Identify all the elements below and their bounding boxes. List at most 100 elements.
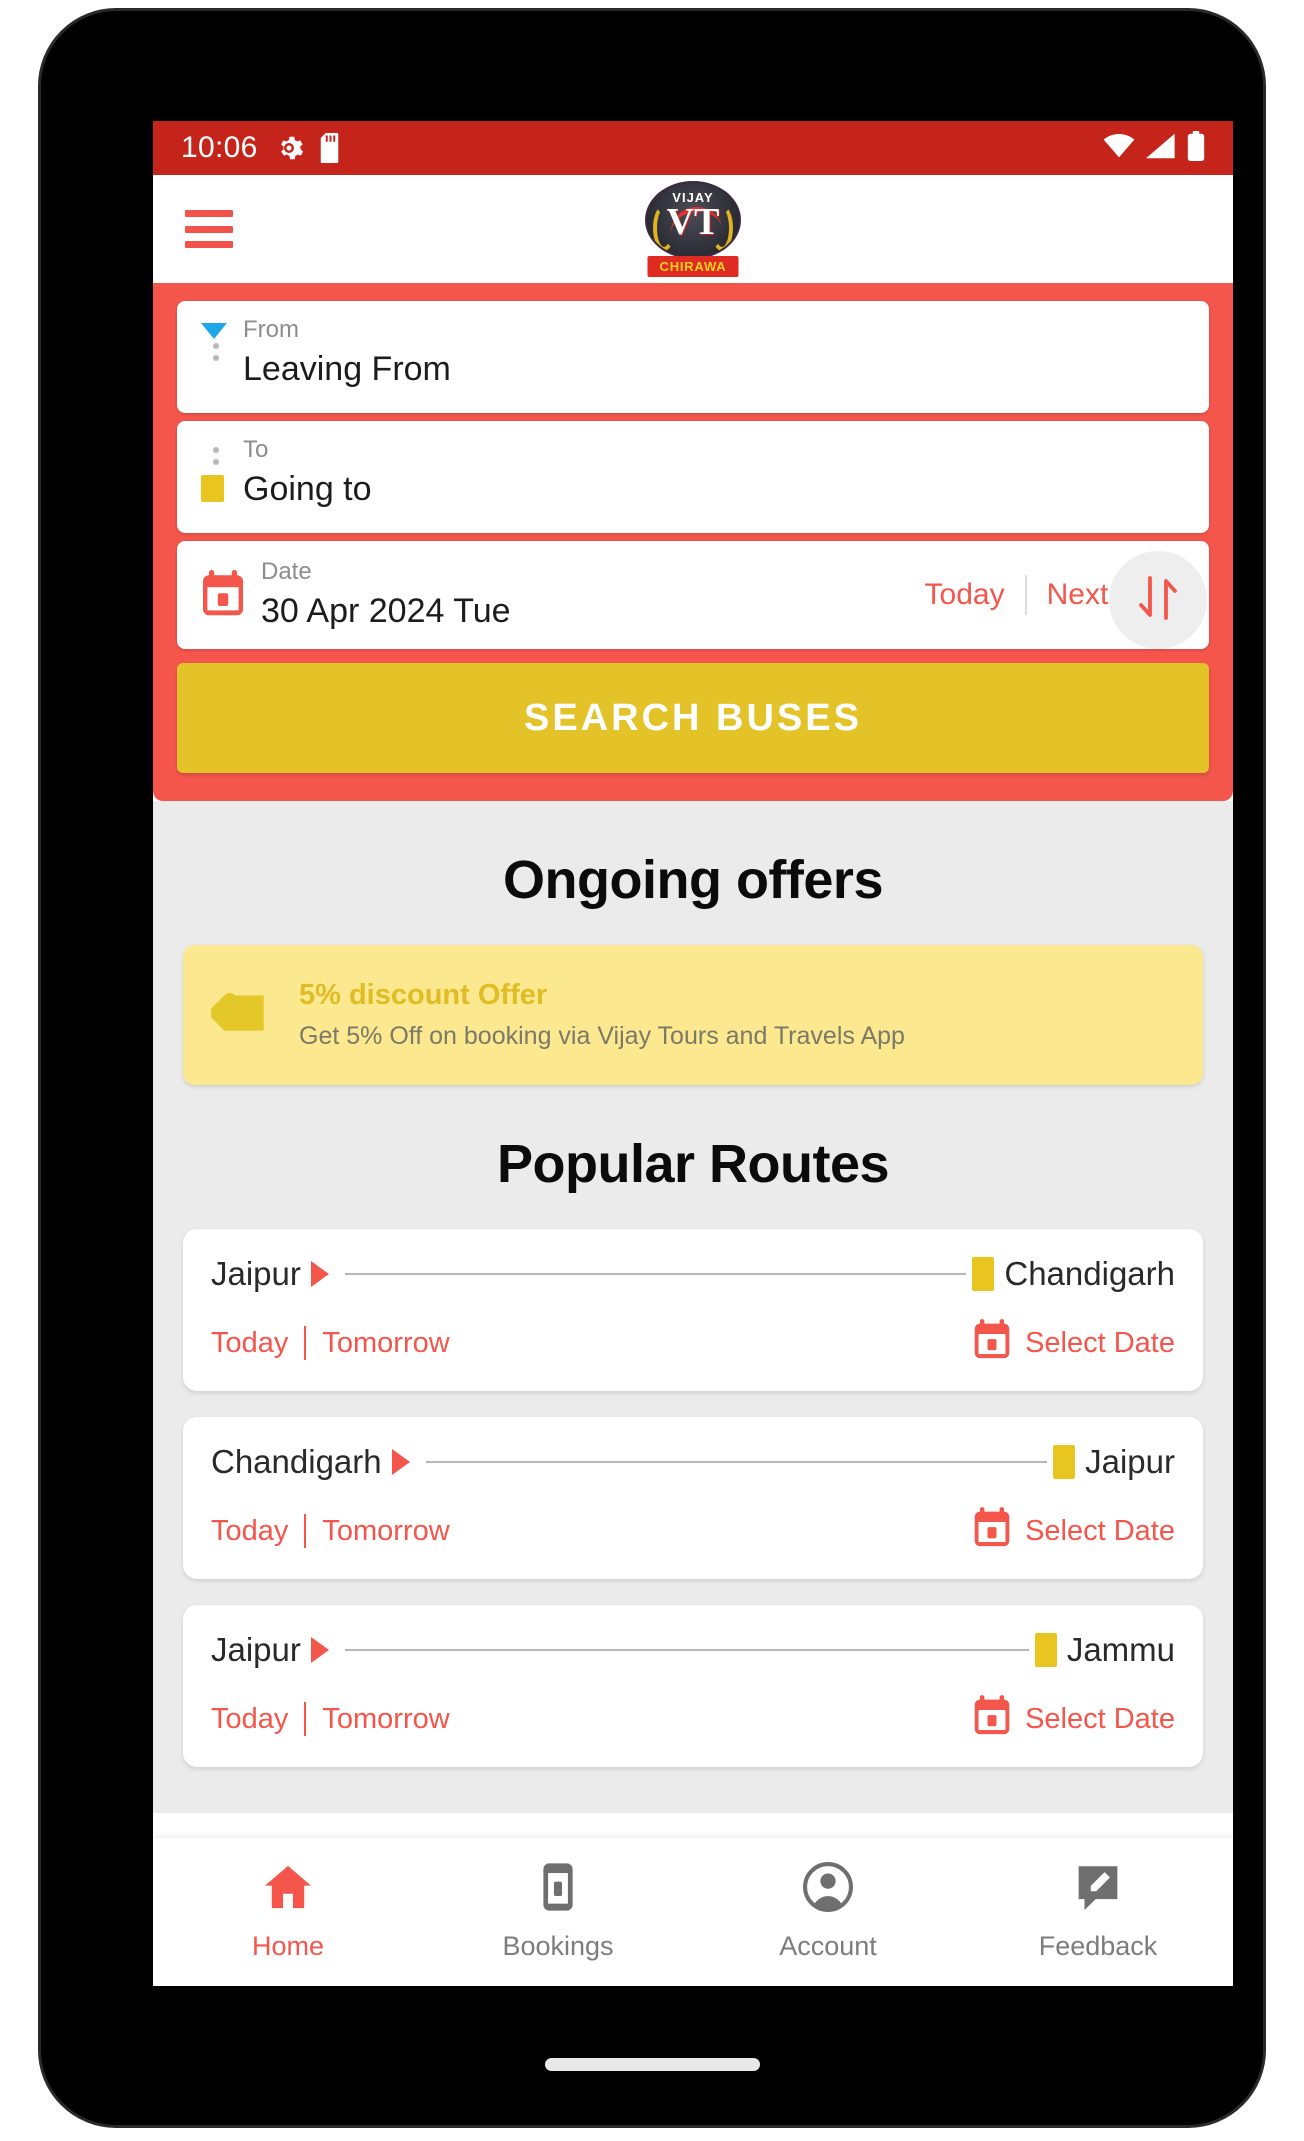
swap-cities-button[interactable] (1109, 551, 1207, 649)
route-tomorrow-button[interactable]: Tomorrow (322, 1515, 449, 1548)
route-card[interactable]: Jaipur Chandigarh Today Tomorrow Select … (183, 1229, 1203, 1391)
swap-vertical-icon (1132, 572, 1184, 629)
route-quick-links: Today Tomorrow (211, 1702, 450, 1736)
hamburger-bar (185, 241, 233, 248)
route-quick-links: Today Tomorrow (211, 1326, 450, 1360)
search-panel: From Leaving From To Going to Date 30 Ap… (153, 283, 1233, 801)
nav-label-bookings: Bookings (502, 1931, 614, 1961)
route-endpoints: Jaipur Chandigarh (211, 1255, 1175, 1293)
hamburger-menu-icon[interactable] (185, 210, 233, 248)
from-field-label: From (243, 316, 299, 343)
arrow-right-icon (310, 1261, 329, 1287)
offer-title: 5% discount Offer (299, 979, 548, 1011)
nav-label-home: Home (251, 1931, 325, 1961)
nav-item-feedback[interactable]: Feedback (963, 1860, 1233, 1962)
sd-card-icon (320, 133, 344, 163)
route-origin: Jaipur (211, 1255, 301, 1292)
quick-link-divider (304, 1326, 307, 1360)
gear-icon (274, 133, 304, 163)
to-field-label: To (243, 436, 269, 463)
phone-screen: 10:06 VIJAY VT CHIRAWA From Leaving From… (153, 121, 1233, 1986)
route-destination: Chandigarh (1004, 1255, 1175, 1292)
logo-emblem: VIJAY VT (645, 181, 741, 259)
route-dots (213, 343, 219, 361)
nav-label-feedback: Feedback (1038, 1931, 1158, 1961)
tag-icon (206, 981, 275, 1050)
route-destination: Jaipur (1085, 1443, 1175, 1480)
destination-square-icon (972, 1257, 995, 1291)
route-select-date-button[interactable]: Select Date (973, 1695, 1175, 1743)
from-field-icons (201, 323, 231, 361)
select-date-label: Select Date (1025, 1702, 1175, 1735)
destination-square-icon (1034, 1633, 1057, 1667)
offer-subtitle: Get 5% Off on booking via Vijay Tours an… (299, 1022, 905, 1050)
route-today-button[interactable]: Today (211, 1703, 288, 1736)
route-select-date-button[interactable]: Select Date (973, 1319, 1175, 1367)
calendar-icon (973, 1507, 1011, 1555)
system-navigation-pill[interactable] (545, 2058, 760, 2071)
route-today-button[interactable]: Today (211, 1515, 288, 1548)
route-connector-line (344, 1649, 1029, 1651)
nav-label-account: Account (779, 1931, 877, 1961)
nav-item-bookings[interactable]: Bookings (423, 1860, 693, 1962)
route-tomorrow-button[interactable]: Tomorrow (322, 1327, 449, 1360)
offer-card[interactable]: 5% discount Offer Get 5% Off on booking … (183, 945, 1203, 1085)
nav-item-home[interactable]: Home (153, 1860, 423, 1962)
bottom-navigation-bar: Home Bookings Account Feedback (153, 1838, 1233, 1986)
to-field-icons (201, 443, 231, 502)
home-icon (261, 1860, 315, 1919)
app-logo: VIJAY VT CHIRAWA (637, 181, 749, 277)
arrow-right-icon (310, 1637, 329, 1663)
date-field-value[interactable]: 30 Apr 2024 Tue (261, 590, 905, 632)
logo-monogram: VT (666, 201, 720, 243)
calendar-icon (973, 1695, 1011, 1743)
quick-link-divider (304, 1702, 307, 1736)
account-circle-icon (801, 1860, 855, 1919)
battery-icon (1187, 130, 1205, 166)
destination-square-icon (1053, 1445, 1076, 1479)
route-card[interactable]: Chandigarh Jaipur Today Tomorrow Select … (183, 1417, 1203, 1579)
route-origin: Jaipur (211, 1631, 301, 1668)
select-date-label: Select Date (1025, 1326, 1175, 1359)
route-select-date-button[interactable]: Select Date (973, 1507, 1175, 1555)
route-endpoints: Chandigarh Jaipur (211, 1443, 1175, 1481)
status-bar: 10:06 (153, 121, 1233, 175)
ongoing-offers-title: Ongoing offers (503, 850, 883, 910)
app-header: VIJAY VT CHIRAWA (153, 175, 1233, 283)
calendar-icon (973, 1319, 1011, 1367)
ticket-icon (531, 1860, 585, 1919)
search-buses-button[interactable]: SEARCH BUSES (177, 663, 1209, 773)
nav-item-account[interactable]: Account (693, 1860, 963, 1962)
arrow-right-icon (391, 1449, 410, 1475)
route-origin: Chandigarh (211, 1443, 382, 1480)
calendar-icon (201, 569, 245, 621)
date-field[interactable]: Date 30 Apr 2024 Tue Today Next day (177, 541, 1209, 649)
destination-square-icon (201, 475, 224, 502)
route-connector-line (425, 1461, 1048, 1463)
route-dots (213, 447, 219, 465)
location-pin-down-icon (201, 323, 227, 339)
route-tomorrow-button[interactable]: Tomorrow (322, 1703, 449, 1736)
to-field[interactable]: To Going to (177, 421, 1209, 533)
route-today-button[interactable]: Today (211, 1327, 288, 1360)
from-field[interactable]: From Leaving From (177, 301, 1209, 413)
status-bar-icons (1103, 130, 1205, 166)
feedback-icon (1071, 1860, 1125, 1919)
signal-icon (1146, 133, 1176, 164)
route-destination: Jammu (1066, 1631, 1175, 1668)
route-quick-links: Today Tomorrow (211, 1514, 450, 1548)
route-endpoints: Jaipur Jammu (211, 1631, 1175, 1669)
hamburger-bar (185, 225, 233, 233)
device-frame: 10:06 VIJAY VT CHIRAWA From Leaving From… (38, 8, 1266, 2128)
route-card[interactable]: Jaipur Jammu Today Tomorrow Select Date (183, 1605, 1203, 1767)
to-field-value[interactable]: Going to (243, 468, 1185, 510)
popular-routes-title: Popular Routes (496, 1134, 890, 1194)
quick-link-divider (304, 1514, 307, 1548)
select-date-label: Select Date (1025, 1514, 1175, 1547)
hamburger-bar (185, 210, 233, 217)
today-button[interactable]: Today (905, 578, 1025, 612)
date-field-label: Date (261, 557, 312, 585)
from-field-value[interactable]: Leaving From (243, 348, 1185, 390)
status-bar-clock: 10:06 (181, 131, 258, 164)
logo-banner-text: CHIRAWA (647, 256, 739, 277)
